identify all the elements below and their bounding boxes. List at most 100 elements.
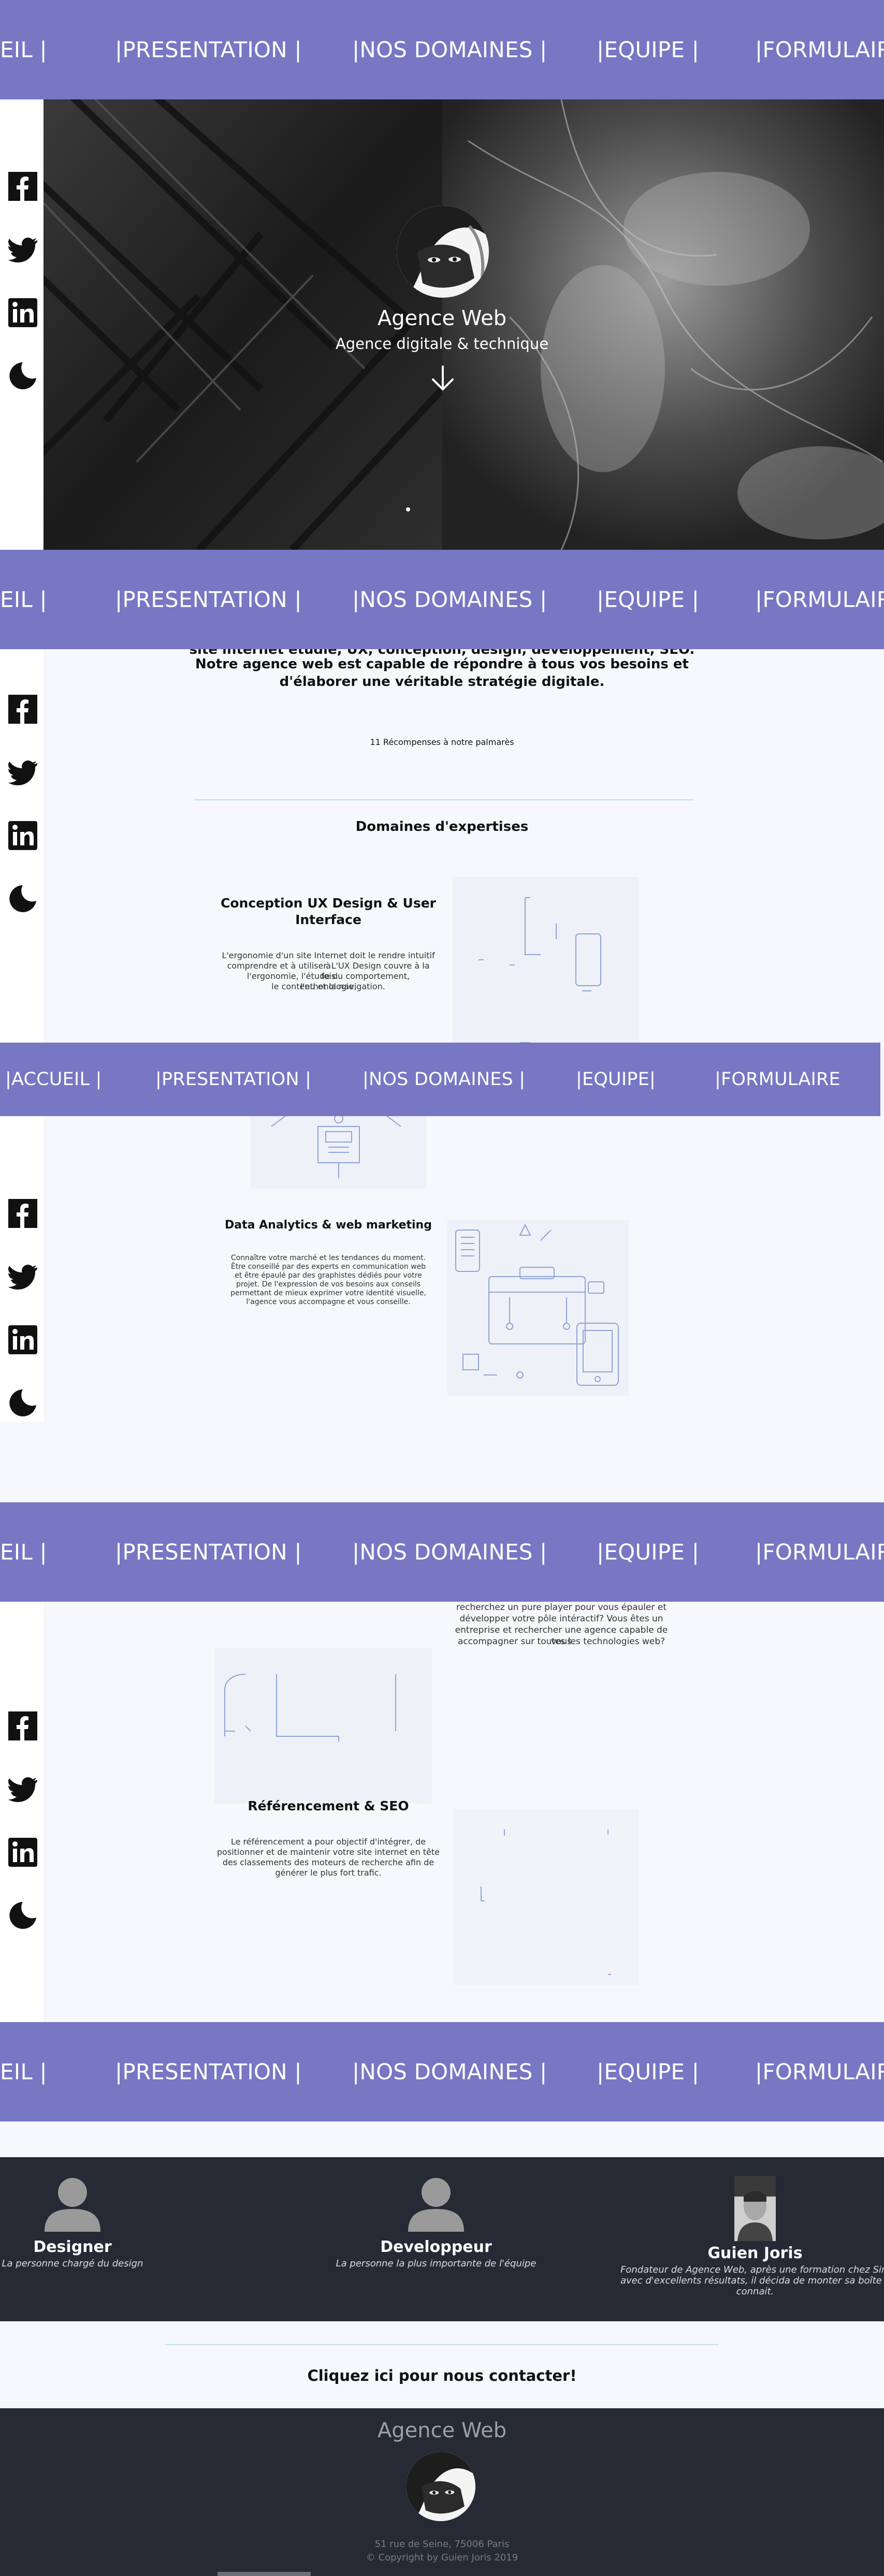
footer-copyright: © Copyright by Guien Joris 2019 <box>366 2552 518 2563</box>
linkedin-icon[interactable] <box>7 1324 38 1355</box>
team-member-founder: Guien Joris Fondateur de Agence Web, apr… <box>620 2176 884 2297</box>
seo-title: Référencement & SEO <box>248 1798 409 1813</box>
facebook-icon[interactable] <box>7 1198 38 1229</box>
seo-illustration <box>453 1809 639 1985</box>
seo-desc-1: Le référencement a pour objectif d'intég… <box>230 1837 426 1847</box>
nav-equipe[interactable]: |EQUIPE | <box>597 37 699 63</box>
nav-presentation[interactable]: |PRESENTATION | <box>115 587 302 612</box>
top-navbar: EIL | |PRESENTATION | |NOS DOMAINES | |E… <box>0 0 884 99</box>
twitter-icon[interactable] <box>7 1774 38 1805</box>
nav-presentation[interactable]: |PRESENTATION | <box>115 2059 302 2085</box>
presentation-line-1: Notre agence web est capable de répondre… <box>195 656 689 672</box>
linkedin-icon[interactable] <box>7 1837 38 1868</box>
nav-equipe[interactable]: |EQUIPE | <box>597 1540 699 1565</box>
presentation-section: site internet étudie, UX, conception, de… <box>44 649 884 1043</box>
data-title: Data Analytics & web marketing <box>225 1219 432 1232</box>
seo-desc-4: générer le plus fort trafic. <box>275 1868 382 1878</box>
member-name: Designer <box>33 2238 112 2256</box>
twitter-icon[interactable] <box>7 234 38 265</box>
twitter-icon[interactable] <box>7 1261 38 1292</box>
linkedin-icon[interactable] <box>7 297 38 328</box>
user-placeholder-icon <box>45 2178 100 2232</box>
social-sidebar <box>0 649 44 1043</box>
data-desc-5: permettant de mieux exprimer votre ident… <box>230 1289 426 1297</box>
nav-accueil[interactable]: EIL | <box>0 2059 47 2085</box>
nav-domaines[interactable]: |NOS DOMAINES | <box>352 1540 547 1565</box>
footer-title: Agence Web <box>377 2419 507 2442</box>
nav-presentation[interactable]: |PRESENTATION | <box>115 1540 302 1565</box>
member-role-line-2: avec d'excellents résultats, il décida d… <box>620 2275 884 2286</box>
sticky-navbar-5: EIL | |PRESENTATION | |NOS DOMAINES | |E… <box>0 2022 884 2121</box>
data-analytics-section: Data Analytics & web marketing Connaître… <box>44 1116 884 1422</box>
linkedin-icon[interactable] <box>7 820 38 851</box>
moon-icon[interactable] <box>7 883 38 914</box>
data-desc-3: et être épaulé par des graphistes dédiés… <box>235 1271 422 1280</box>
dev-illustration <box>214 1648 432 1804</box>
nav-domaines[interactable]: |NOS DOMAINES | <box>363 1069 525 1090</box>
member-role-line-1: Fondateur de Agence Web, après une forma… <box>620 2264 884 2275</box>
nav-formulaire[interactable]: |FORMULAIRE <box>755 1540 884 1565</box>
nav-accueil[interactable]: EIL | <box>0 1540 47 1565</box>
team-member-designer: Designer La personne chargé du design <box>0 2176 155 2269</box>
sticky-navbar-2: EIL | |PRESENTATION | |NOS DOMAINES | |E… <box>0 550 884 649</box>
dev-desc-2: développer votre pôle intéractif? Vous ê… <box>459 1614 663 1624</box>
divider-line <box>194 799 694 800</box>
social-sidebar <box>0 1602 44 2022</box>
horizontal-scrollbar-thumb[interactable] <box>218 2572 311 2576</box>
nav-presentation[interactable]: |PRESENTATION | <box>115 37 302 63</box>
nav-domaines[interactable]: |NOS DOMAINES | <box>352 587 547 612</box>
divider-line <box>165 2344 719 2345</box>
hero-subtitle: Agence digitale & technique <box>335 335 549 353</box>
data-desc-2: Être conseillé par des experts en commun… <box>230 1263 426 1271</box>
nav-equipe[interactable]: |EQUIPE| <box>576 1069 656 1090</box>
moon-icon[interactable] <box>7 360 38 391</box>
member-role-line-3: connait. <box>736 2286 774 2297</box>
facebook-icon[interactable] <box>7 694 38 725</box>
nav-domaines[interactable]: |NOS DOMAINES | <box>352 2059 547 2085</box>
arrow-down-icon[interactable] <box>428 363 458 393</box>
ux-title-line-2: Interface <box>295 912 361 927</box>
nav-accueil[interactable]: |ACCUEIL | <box>5 1069 102 1090</box>
ux-desc-4: le contenu et la navigation. <box>271 982 385 991</box>
facebook-icon[interactable] <box>7 1710 38 1741</box>
dev-desc-4: accompagner sur toutes les technologies … <box>457 1636 665 1647</box>
nav-formulaire[interactable]: |FORMULAIRE <box>755 2059 884 2085</box>
nav-equipe[interactable]: |EQUIPE | <box>597 2059 699 2085</box>
ux-title-line-1: Conception UX Design & User <box>221 896 436 911</box>
nav-formulaire[interactable]: |FORMULAIRE <box>715 1069 840 1090</box>
nav-formulaire[interactable]: |FORMULAIRE <box>755 587 884 612</box>
team-member-developpeur: Developpeur La personne la plus importan… <box>307 2176 566 2269</box>
footer: Agence Web 51 rue de Seine, 75006 Paris … <box>0 2408 884 2576</box>
nav-accueil[interactable]: EIL | <box>0 587 47 612</box>
seo-desc-2: positionner et de maintenir votre site i… <box>217 1847 440 1857</box>
moon-icon[interactable] <box>7 1900 38 1931</box>
domaines-title: Domaines d'expertises <box>355 819 529 835</box>
twitter-icon[interactable] <box>7 757 38 788</box>
facebook-icon[interactable] <box>7 171 38 202</box>
nav-domaines[interactable]: |NOS DOMAINES | <box>352 37 547 63</box>
dev-desc-1: recherchez un pure player pour vous épau… <box>456 1602 667 1613</box>
founder-photo <box>734 2176 776 2241</box>
member-role: La personne la plus importante de l'équi… <box>336 2258 537 2269</box>
web-dev-illustration-top <box>251 1116 427 1189</box>
hero-banner: Agence Web Agence digitale & technique <box>44 99 884 550</box>
moon-icon[interactable] <box>7 1387 38 1418</box>
dev-seo-section: recherchez un pure player pour vous épau… <box>44 1602 884 2022</box>
sticky-navbar-3: |ACCUEIL | |PRESENTATION | |NOS DOMAINES… <box>0 1043 880 1116</box>
nav-formulaire[interactable]: |FORMULAIRE <box>755 37 884 63</box>
nav-presentation[interactable]: |PRESENTATION | <box>155 1069 311 1090</box>
sticky-navbar-4: EIL | |PRESENTATION | |NOS DOMAINES | |E… <box>0 1502 884 1602</box>
social-sidebar <box>0 1116 44 1422</box>
seo-desc-3: des classements des moteurs de recherche… <box>222 1857 434 1867</box>
nav-equipe[interactable]: |EQUIPE | <box>597 587 699 612</box>
team-section: Designer La personne chargé du design De… <box>0 2157 884 2321</box>
ux-illustration <box>453 877 639 1043</box>
data-analytics-illustration <box>447 1220 629 1396</box>
nav-accueil[interactable]: EIL | <box>0 37 47 63</box>
hero-title: Agence Web <box>377 306 507 330</box>
member-name: Guien Joris <box>707 2244 803 2262</box>
social-sidebar <box>0 99 44 550</box>
footer-avatar <box>406 2452 475 2521</box>
contact-link[interactable]: Cliquez ici pour nous contacter! <box>0 2367 884 2384</box>
contact-area: Cliquez ici pour nous contacter! <box>0 2321 884 2408</box>
